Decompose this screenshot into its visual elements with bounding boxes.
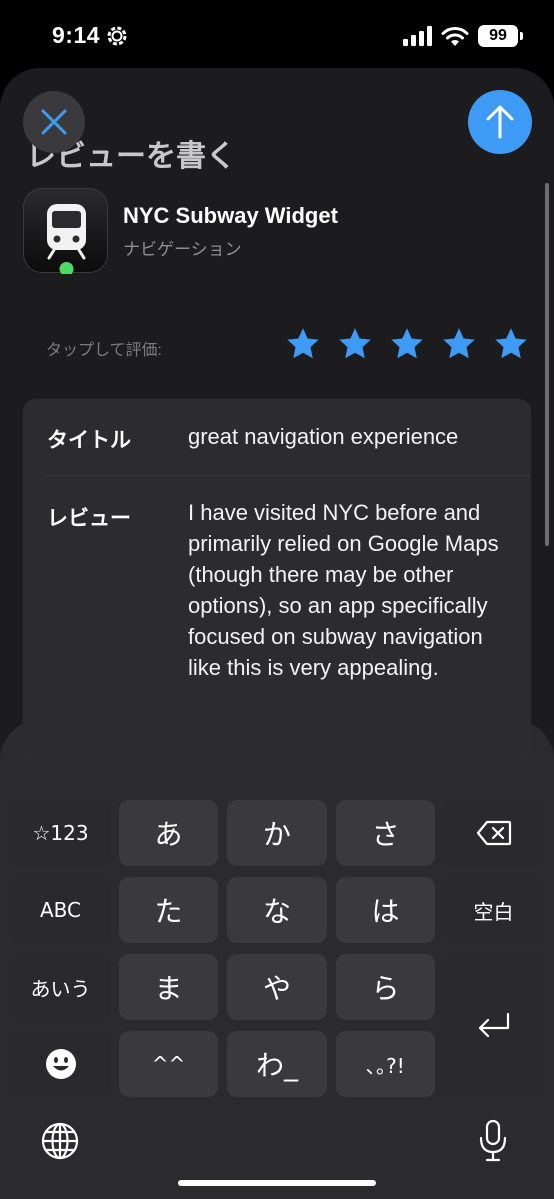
key-a[interactable]: あ [119, 800, 218, 866]
key-ra[interactable]: ら [336, 954, 435, 1020]
key-modifier[interactable]: ^^ [119, 1031, 218, 1097]
star-icon-3[interactable] [389, 326, 425, 362]
backspace-key[interactable] [444, 800, 543, 866]
backspace-icon [476, 820, 511, 846]
key-ha[interactable]: は [336, 877, 435, 943]
space-key[interactable]: 空白 [444, 877, 543, 943]
app-category: ナビゲーション [123, 240, 242, 259]
return-key[interactable] [444, 954, 543, 1097]
close-button[interactable] [23, 91, 85, 153]
microphone-icon[interactable] [478, 1119, 508, 1163]
key-ya[interactable]: や [227, 954, 327, 1020]
emoji-key[interactable] [11, 1031, 110, 1097]
arrow-up-icon [486, 105, 514, 139]
key-na[interactable]: な [227, 877, 327, 943]
status-bar: 9:14 99 [0, 0, 554, 68]
globe-icon[interactable] [40, 1121, 80, 1161]
emoji-icon [45, 1049, 76, 1079]
star-rating[interactable] [285, 326, 529, 362]
wifi-icon [441, 27, 469, 46]
title-input[interactable]: great navigation experience [188, 421, 518, 452]
settings-gear-icon [107, 26, 127, 46]
key-ta[interactable]: た [119, 877, 218, 943]
key-kana[interactable]: あいう [11, 954, 110, 1020]
cellular-signal-icon [403, 26, 432, 46]
key-sa[interactable]: さ [336, 800, 435, 866]
review-form: タイトル great navigation experience レビュー I … [23, 399, 531, 759]
key-punctuation[interactable]: ､｡?! [336, 1031, 435, 1097]
subway-train-icon [47, 204, 86, 276]
title-field-label: タイトル [47, 429, 131, 452]
battery-indicator: 99 [478, 25, 523, 47]
key-numbers[interactable]: ☆123 [11, 800, 110, 866]
key-ka[interactable]: か [227, 800, 327, 866]
key-wa[interactable]: わ_ [227, 1031, 327, 1097]
rating-label: タップして評価: [46, 342, 162, 359]
status-time: 9:14 [52, 22, 101, 48]
star-icon-5[interactable] [493, 326, 529, 362]
key-ma[interactable]: ま [119, 954, 218, 1020]
submit-button[interactable] [468, 90, 532, 154]
star-icon-1[interactable] [285, 326, 321, 362]
home-indicator[interactable] [178, 1180, 376, 1186]
star-icon-2[interactable] [337, 326, 373, 362]
scroll-indicator[interactable] [545, 183, 549, 546]
review-textarea[interactable]: I have visited NYC before and primarily … [188, 497, 518, 683]
form-divider [45, 475, 531, 476]
review-field-label: レビュー [47, 507, 131, 530]
app-icon [23, 188, 108, 276]
star-icon-4[interactable] [441, 326, 477, 362]
close-icon [41, 109, 67, 135]
key-abc[interactable]: ABC [11, 877, 110, 943]
return-icon [478, 1012, 509, 1037]
app-name: NYC Subway Widget [123, 203, 338, 228]
